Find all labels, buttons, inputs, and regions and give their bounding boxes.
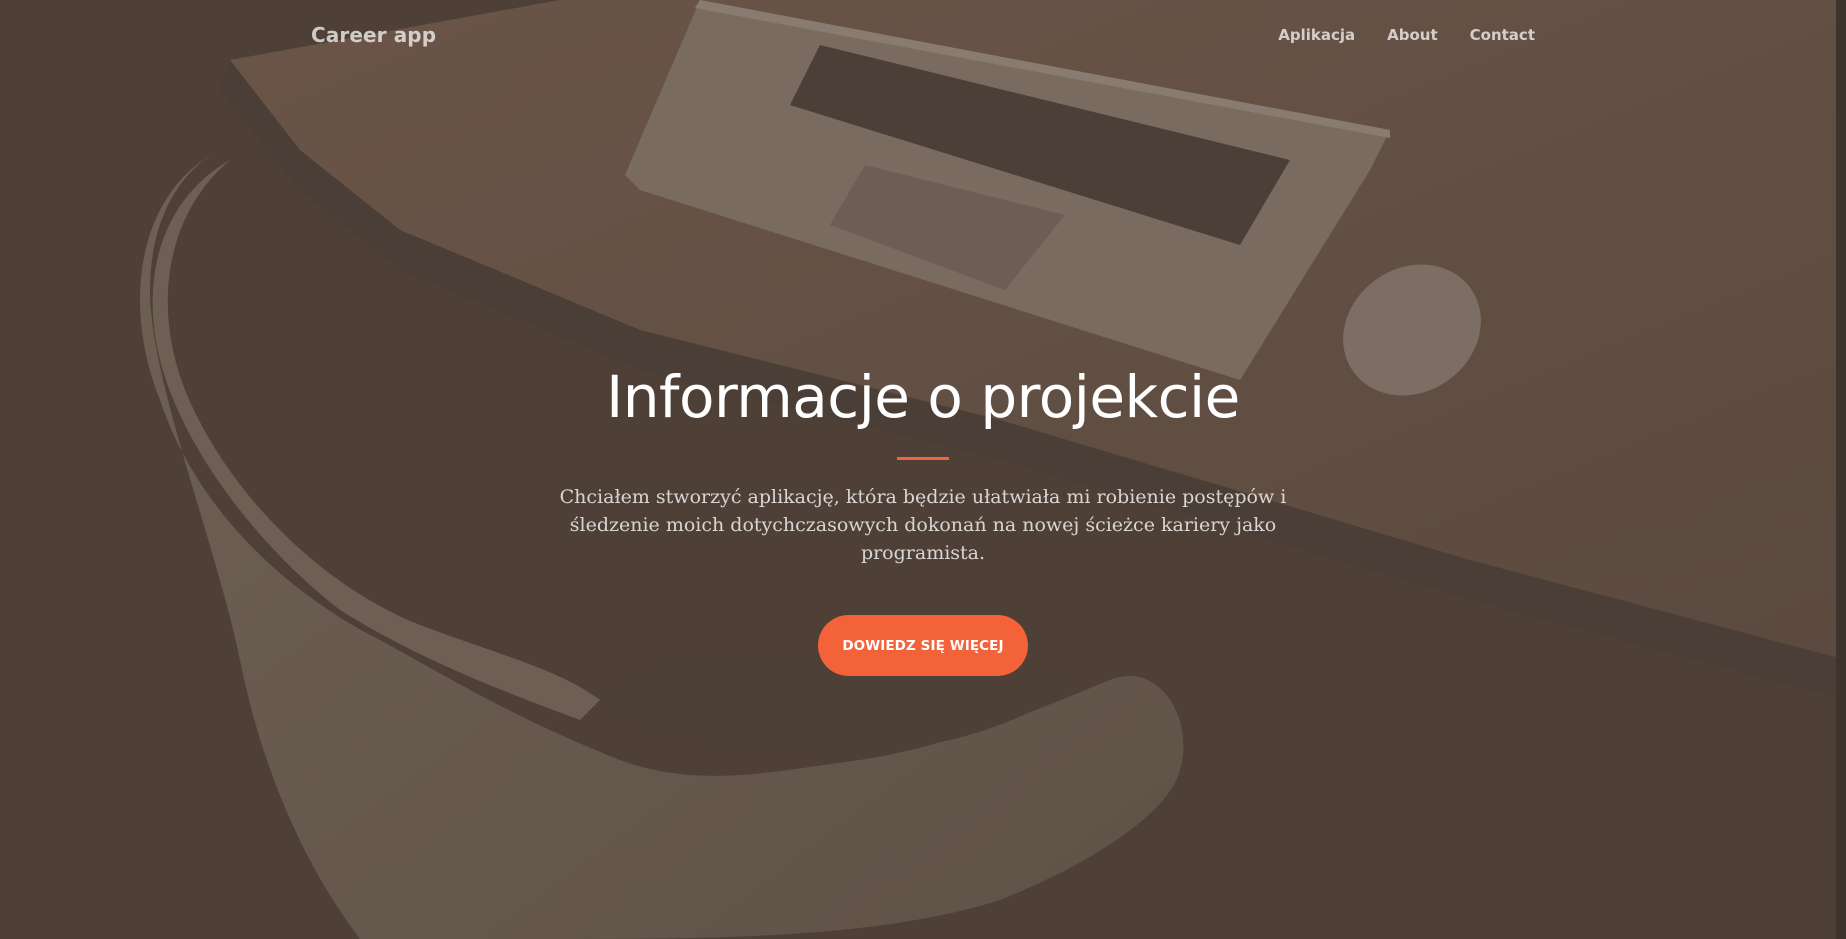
nav-link-about[interactable]: About [1387, 26, 1438, 44]
navbar: Career app Aplikacja About Contact [0, 0, 1846, 72]
learn-more-button[interactable]: Dowiedz się więcej [818, 615, 1028, 676]
hero-description: Chciałem stworzyć aplikację, która będzi… [559, 486, 1287, 564]
nav-link-aplikacja[interactable]: Aplikacja [1278, 26, 1355, 44]
hero-title: Informacje o projekcie [606, 363, 1240, 431]
nav-links: Aplikacja About Contact [1278, 26, 1535, 44]
brand-link[interactable]: Career app [311, 23, 436, 47]
nav-link-contact[interactable]: Contact [1470, 26, 1535, 44]
hero-section: Informacje o projekcie Chciałem stworzyć… [0, 356, 1846, 676]
hero-divider [897, 457, 949, 460]
